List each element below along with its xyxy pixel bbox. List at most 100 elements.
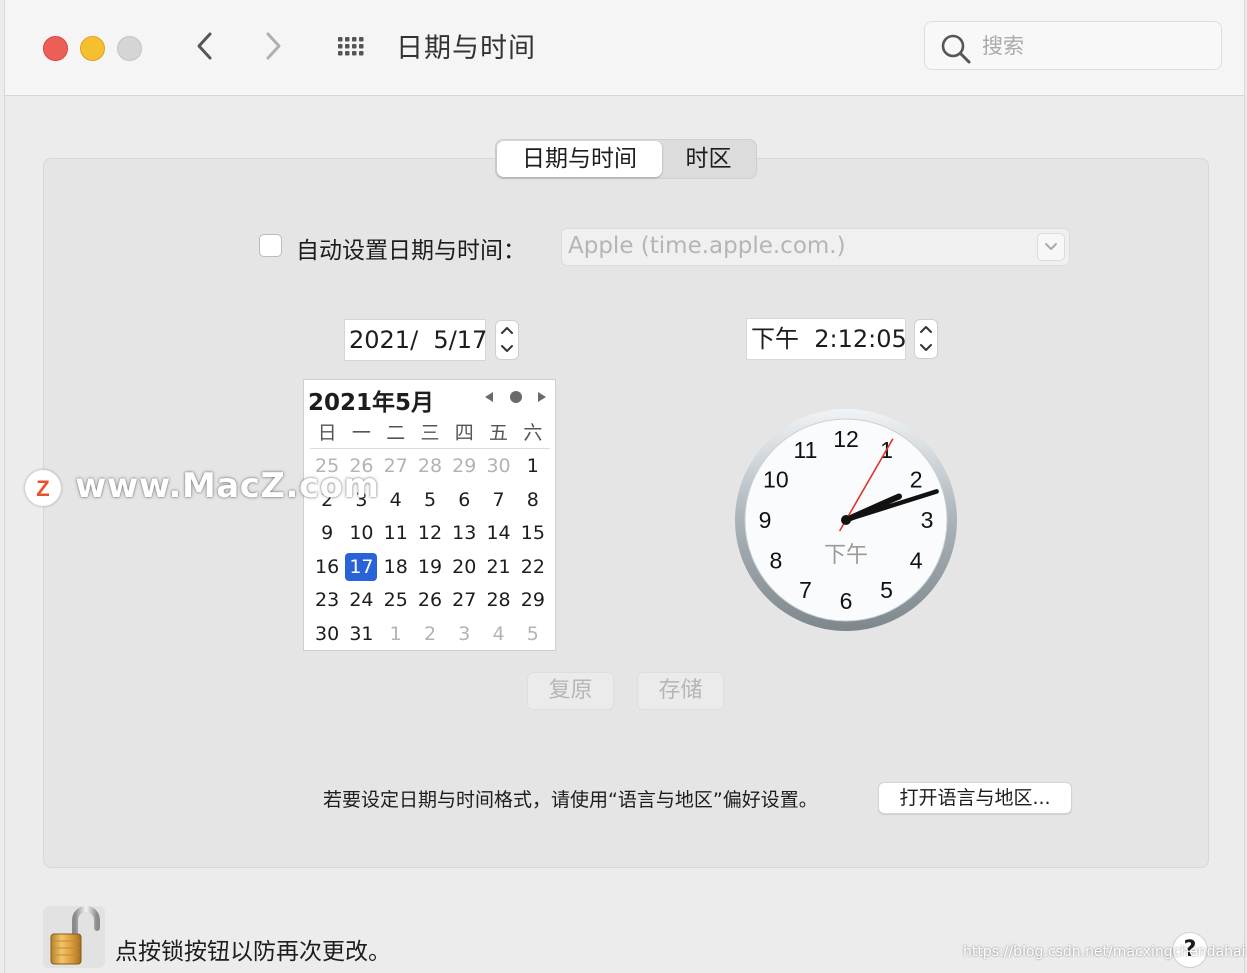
- title-bar: 日期与时间: [5, 0, 1244, 96]
- watermark-url: https://blog.csdn.net/macxingchendahai: [963, 944, 1246, 960]
- calendar-day[interactable]: 28: [413, 450, 447, 484]
- calendar-day[interactable]: 23: [310, 584, 344, 618]
- calendar-day[interactable]: 10: [344, 517, 378, 551]
- weekday-label: 三: [420, 422, 440, 444]
- calendar-day[interactable]: 1: [516, 450, 550, 484]
- search-input[interactable]: [980, 30, 1204, 62]
- time-stepper-up[interactable]: [915, 320, 937, 339]
- calendar-day[interactable]: 6: [447, 484, 481, 518]
- clock-hour-number: 11: [794, 437, 818, 463]
- calendar-day[interactable]: 22: [516, 551, 550, 585]
- date-stepper-up[interactable]: [496, 321, 518, 340]
- calendar-day[interactable]: 29: [516, 584, 550, 618]
- auto-set-checkbox[interactable]: [259, 234, 282, 257]
- time-stepper-down[interactable]: [915, 339, 937, 358]
- calendar-week-row: 16 17 18 19 20 21 22: [310, 551, 550, 585]
- calendar-day[interactable]: 12: [413, 517, 447, 551]
- calendar-day[interactable]: 30: [310, 618, 344, 652]
- calendar-week-row: 23 24 25 26 27 28 29: [310, 584, 550, 618]
- previous-month-icon[interactable]: [482, 390, 496, 404]
- minimize-button[interactable]: [80, 36, 105, 61]
- calendar-day[interactable]: 29: [447, 450, 481, 484]
- close-button[interactable]: [43, 36, 68, 61]
- back-button[interactable]: [186, 26, 226, 66]
- calendar-day[interactable]: 3: [447, 618, 481, 652]
- preferences-window: 日期与时间 日期与时间 时区 自动设置日期与时间： Apple (time.ap…: [4, 0, 1245, 973]
- calendar-day-selected[interactable]: 17: [344, 551, 378, 585]
- search-box[interactable]: [924, 21, 1222, 70]
- today-dot-icon[interactable]: [508, 390, 524, 404]
- lock-button[interactable]: [43, 906, 105, 968]
- time-field[interactable]: 下午 2:12:05: [746, 318, 907, 360]
- save-button[interactable]: 存储: [637, 672, 724, 710]
- calendar-day[interactable]: 26: [413, 584, 447, 618]
- search-icon: [941, 34, 971, 64]
- tab-time-zone[interactable]: 时区: [662, 141, 755, 177]
- weekday-label: 四: [454, 422, 474, 444]
- calendar-day[interactable]: 21: [481, 551, 515, 585]
- time-stepper: [914, 319, 938, 359]
- format-hint: 若要设定日期与时间格式，请使用“语言与地区”偏好设置。: [323, 789, 818, 811]
- calendar-day[interactable]: 11: [379, 517, 413, 551]
- calendar-day[interactable]: 25: [379, 584, 413, 618]
- weekday-label: 五: [489, 422, 509, 444]
- back-chevron-icon: [197, 32, 212, 60]
- clock-hour-number: 3: [921, 507, 934, 533]
- clock-hour-number: 5: [880, 577, 893, 603]
- calendar-day[interactable]: 24: [344, 584, 378, 618]
- calendar-day[interactable]: 14: [481, 517, 515, 551]
- tab-date-time[interactable]: 日期与时间: [497, 141, 662, 177]
- weekday-label: 二: [386, 422, 406, 444]
- calendar: 2021年5月 日一二三四五六 25 26 27 28 29 30 1 2 3 4 5 6 7 8 9 10 1…: [303, 379, 556, 651]
- calendar-day[interactable]: 4: [481, 618, 515, 652]
- clock-hour-number: 6: [840, 588, 853, 614]
- lock-icon: [43, 906, 105, 968]
- auto-set-label: 自动设置日期与时间：: [296, 238, 526, 264]
- calendar-day[interactable]: 15: [516, 517, 550, 551]
- calendar-day[interactable]: 31: [344, 618, 378, 652]
- clock-hour-number: 12: [833, 426, 859, 452]
- clock-hour-number: 9: [759, 507, 772, 533]
- calendar-day[interactable]: 1: [379, 618, 413, 652]
- time-server-value: Apple (time.apple.com.): [568, 233, 846, 259]
- lock-label: 点按锁按钮以防再次更改。: [115, 939, 391, 965]
- calendar-day[interactable]: 13: [447, 517, 481, 551]
- calendar-day[interactable]: 20: [447, 551, 481, 585]
- calendar-week-row: 9 10 11 12 13 14 15: [310, 517, 550, 551]
- clock-center-pin: [841, 515, 851, 525]
- clock-ampm-label: 下午: [824, 543, 868, 568]
- calendar-month-title: 2021年5月: [308, 390, 435, 416]
- clock-hour-number: 2: [910, 467, 923, 493]
- calendar-day[interactable]: 5: [516, 618, 550, 652]
- calendar-day[interactable]: 7: [481, 484, 515, 518]
- calendar-day[interactable]: 4: [379, 484, 413, 518]
- calendar-day[interactable]: 16: [310, 551, 344, 585]
- weekday-label: 日: [317, 422, 337, 444]
- calendar-week-row: 30 31 1 2 3 4 5: [310, 618, 550, 652]
- zoom-button[interactable]: [117, 36, 142, 61]
- watermark-logo: Z: [25, 470, 61, 506]
- time-server-select: Apple (time.apple.com.): [561, 228, 1070, 266]
- revert-button[interactable]: 复原: [527, 672, 614, 710]
- calendar-day[interactable]: 19: [413, 551, 447, 585]
- svg-text:Z: Z: [36, 476, 49, 501]
- calendar-day[interactable]: 5: [413, 484, 447, 518]
- calendar-day[interactable]: 27: [447, 584, 481, 618]
- clock-hour-number: 7: [799, 577, 812, 603]
- date-field[interactable]: 2021/ 5/17: [344, 319, 487, 361]
- calendar-day[interactable]: 2: [413, 618, 447, 652]
- calendar-day[interactable]: 30: [481, 450, 515, 484]
- grid-icon: [338, 37, 364, 56]
- calendar-day[interactable]: 8: [516, 484, 550, 518]
- forward-chevron-icon: [266, 32, 281, 60]
- open-language-region-button[interactable]: 打开语言与地区...: [878, 782, 1072, 814]
- calendar-day[interactable]: 28: [481, 584, 515, 618]
- next-month-icon[interactable]: [535, 390, 549, 404]
- date-stepper-down[interactable]: [496, 340, 518, 359]
- forward-button[interactable]: [254, 26, 294, 66]
- show-all-button[interactable]: [330, 30, 370, 64]
- calendar-day[interactable]: 18: [379, 551, 413, 585]
- calendar-day[interactable]: 9: [310, 517, 344, 551]
- calendar-day[interactable]: 27: [379, 450, 413, 484]
- chevron-down-icon: [1037, 233, 1065, 261]
